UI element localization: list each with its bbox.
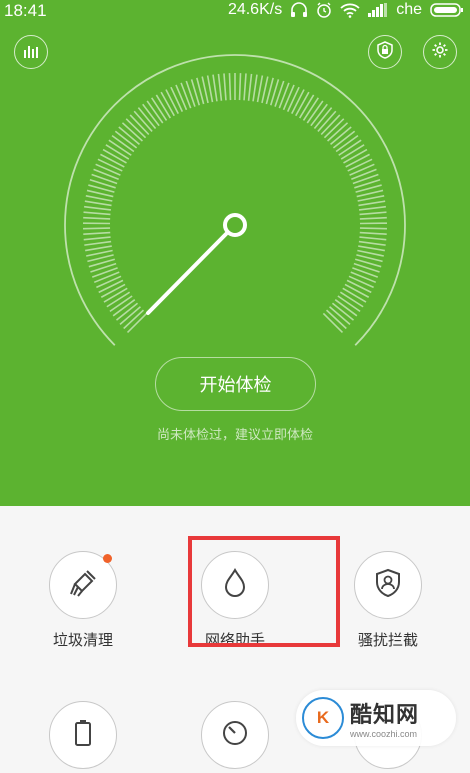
gauge-tick [223, 73, 227, 101]
gauge-tick [98, 279, 124, 294]
gauge-tick [352, 267, 379, 278]
tool-circle [201, 701, 269, 769]
gauge-tick [206, 75, 214, 103]
health-gauge [64, 54, 406, 346]
gauge-tick [350, 271, 377, 284]
gauge-tick [359, 211, 387, 216]
watermark-title: 酷知网 [350, 703, 420, 728]
battery-status-icon [430, 3, 464, 17]
tool-battery[interactable] [13, 701, 153, 769]
tool-label: 垃圾清理 [52, 631, 113, 649]
gauge-tick [243, 73, 247, 101]
tool-circle [49, 701, 117, 769]
highlight-box [188, 536, 340, 647]
gauge-tick [85, 245, 112, 252]
alarm-icon [316, 2, 332, 18]
network-speed: 24.6K/s [227, 1, 283, 18]
gauge-tick [165, 89, 179, 114]
gauge-tick [100, 283, 126, 298]
gauge-tick [91, 267, 118, 278]
signal-icon [368, 3, 388, 17]
gauge-tick [351, 168, 377, 181]
status-time: 18:41 [4, 1, 47, 20]
gauge-tick [93, 168, 119, 181]
speed-dial-icon [220, 718, 250, 752]
broom-icon [68, 568, 98, 602]
gauge-tick [95, 163, 121, 176]
gauge-tick [278, 82, 290, 109]
gauge-tick [247, 73, 253, 101]
gauge-tick [358, 200, 386, 207]
shield-user-icon [374, 568, 402, 602]
gauge-tick [359, 227, 387, 230]
gauge-tick [180, 82, 192, 109]
gauge-tick [83, 231, 111, 235]
wifi-icon [340, 3, 360, 18]
gauge-tick [349, 163, 375, 176]
watermark-logo-icon: K [302, 697, 344, 739]
gauge-tick [291, 89, 305, 114]
tool-speed-up[interactable] [165, 701, 305, 769]
gauge-tick [84, 240, 112, 246]
gauge-tick [84, 200, 112, 207]
gauge-tick [238, 73, 242, 101]
tool-circle [354, 551, 422, 619]
gauge-tick [345, 153, 370, 168]
gauge-tick [170, 86, 184, 112]
gauge-tick [212, 74, 218, 102]
gauge-ticks [83, 73, 387, 334]
battery-icon [73, 719, 93, 751]
tool-circle [49, 551, 117, 619]
gauge-tick [344, 283, 370, 298]
gauge-needle [146, 232, 228, 315]
gauge-tick [252, 74, 258, 102]
gauge-tick [217, 73, 223, 101]
gauge-tick [96, 275, 122, 289]
watermark-url: www.coozhi.com [350, 729, 418, 739]
carrier-name: che [396, 1, 422, 18]
checkup-hint: 尚未体检过，建议立即体检 [156, 428, 313, 443]
gauge-tick [84, 205, 112, 211]
watermark: K 酷知网 www.coozhi.com [296, 690, 456, 746]
gauge-tick [359, 216, 387, 220]
gauge-tick [358, 245, 385, 252]
tool-cleaner[interactable]: 垃圾清理 [13, 551, 153, 650]
gauge-tick [175, 84, 188, 111]
gauge-tick [359, 236, 387, 241]
gauge-tick [347, 158, 373, 172]
gauge-tick [348, 275, 374, 289]
gauge-tick [358, 205, 386, 211]
notification-dot [103, 554, 112, 563]
gauge-tick [97, 158, 123, 172]
gauge-pivot [223, 213, 247, 237]
status-right-group: 24.6K/s che [228, 1, 464, 19]
start-checkup-button[interactable]: 开始体检 [155, 357, 316, 411]
headphones-icon [290, 2, 308, 18]
gauge-tick [83, 216, 111, 220]
gauge-tick [85, 195, 113, 202]
gauge-tick [83, 211, 111, 216]
gauge-tick [358, 240, 386, 246]
gauge-tick [357, 195, 385, 202]
gauge-tick [83, 236, 111, 241]
gauge-tick [359, 231, 387, 235]
gauge-tick [100, 153, 125, 168]
gauge-tick [346, 279, 372, 294]
status-bar: 18:41 24.6K/s che [0, 0, 470, 22]
gauge-tick [357, 249, 384, 257]
gauge-tick [286, 86, 300, 112]
gauge-tick [228, 73, 232, 101]
gauge-tick [86, 249, 113, 257]
gauge-tick [93, 271, 120, 284]
gauge-tick [256, 75, 264, 103]
gauge-tick [282, 84, 295, 111]
hero-panel: 开始体检 尚未体检过，建议立即体检 [0, 22, 470, 506]
gauge-tick [83, 227, 111, 230]
